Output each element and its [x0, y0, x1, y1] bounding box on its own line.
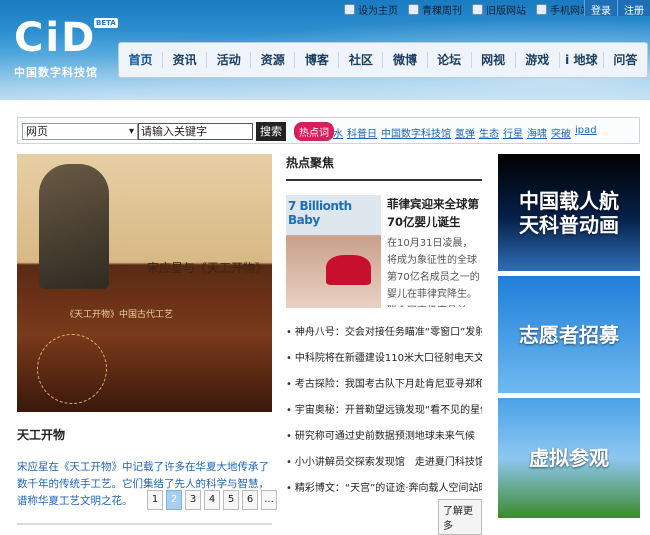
news-item[interactable]: 考古探险：我国考古队下月赴肯尼亚寻郑和船队后裔: [286, 372, 482, 398]
hot-word-link[interactable]: 水: [333, 125, 343, 140]
hot-focus-panel: 热点聚焦 7 Billionth Baby 菲律宾迎来全球第70亿婴儿诞生 在1…: [286, 154, 482, 535]
news-item[interactable]: 中科院将在新疆建设110米大口径射电天文望远镜: [286, 346, 482, 372]
nav-blog[interactable]: 博客: [295, 52, 340, 68]
nav-events[interactable]: 活动: [207, 52, 252, 68]
hot-focus-heading: 热点聚焦: [286, 154, 482, 181]
news-item[interactable]: 小小讲解员交探索发现馆 走进夏门科技馆: [286, 450, 482, 476]
more-button[interactable]: 了解更多: [438, 499, 482, 535]
lead-story-title[interactable]: 菲律宾迎来全球第70亿婴儿诞生: [387, 195, 482, 231]
news-item[interactable]: 宇宙奥秘：开普勒望远镜发现“看不见的星体”: [286, 398, 482, 424]
news-item[interactable]: 研究称可通过史前数据预测地球未来气候: [286, 424, 482, 450]
page-button[interactable]: 1: [147, 490, 163, 510]
nav-community[interactable]: 社区: [339, 52, 384, 68]
nav-home[interactable]: 首页: [119, 52, 164, 68]
divider: [17, 523, 272, 525]
ad-virtual-tour[interactable]: 虚拟参观: [498, 398, 640, 518]
ad-volunteer[interactable]: 志愿者招募: [498, 276, 640, 393]
auth-buttons: 登录 注册: [584, 0, 650, 17]
ad-title: 志愿者招募: [519, 322, 619, 347]
hot-words-label: 热点词: [294, 122, 334, 141]
logo-name: 中国数字科技馆: [14, 66, 98, 79]
header: CiD BETA 中国数字科技馆 设为主页 青稞周刊 旧版网站 手机网站 登录 …: [0, 0, 650, 100]
lead-story-image[interactable]: 7 Billionth Baby: [286, 195, 381, 308]
logo-mark: CiD: [14, 15, 97, 61]
home-icon: [344, 4, 355, 15]
toplink-mobile[interactable]: 手机网站: [536, 2, 590, 17]
search-scope-select[interactable]: 网页: [22, 123, 138, 140]
login-button[interactable]: 登录: [584, 0, 617, 17]
ad-space-animation[interactable]: 中国载人航天科普动画: [498, 154, 640, 271]
ad-title: 中国载人航天科普动画: [519, 188, 619, 237]
nav-video[interactable]: 网视: [472, 52, 516, 68]
hot-word-link[interactable]: 海啸: [527, 125, 547, 140]
hot-word-link[interactable]: ipad: [575, 125, 597, 140]
lead-story: 7 Billionth Baby 菲律宾迎来全球第70亿婴儿诞生 在10月31日…: [286, 195, 482, 308]
page-more-button[interactable]: ...: [261, 490, 277, 510]
feature-panel: 宋应星与《天工开物》 《天工开物》中国古代工艺 天工开物 宋应星在《天工开物》中…: [17, 154, 277, 510]
register-button[interactable]: 注册: [617, 0, 650, 17]
feature-image[interactable]: 宋应星与《天工开物》 《天工开物》中国古代工艺: [17, 154, 272, 412]
book-icon: [408, 4, 419, 15]
page-button[interactable]: 3: [185, 490, 201, 510]
hot-word-link[interactable]: 科普日: [347, 125, 377, 140]
search-bar: 网页 请输入关键字 搜索 热点词 水 科普日 中国数字科技馆 氢弹 生态 行星 …: [17, 117, 640, 144]
main-nav: 首页 资讯 活动 资源 博客 社区 微博 论坛 网视 游戏 i 地球 问答: [118, 42, 648, 78]
page-button[interactable]: 5: [223, 490, 239, 510]
hot-word-link[interactable]: 中国数字科技馆: [381, 125, 451, 140]
toplink-weekly[interactable]: 青稞周刊: [408, 2, 462, 17]
page-button[interactable]: 6: [242, 490, 258, 510]
hot-word-link[interactable]: 生态: [479, 125, 499, 140]
top-links: 设为主页 青稞周刊 旧版网站 手机网站: [344, 2, 590, 17]
search-button[interactable]: 搜索: [256, 122, 286, 141]
nav-news[interactable]: 资讯: [163, 52, 208, 68]
search-input[interactable]: 请输入关键字: [138, 123, 253, 140]
ad-column: 中国载人航天科普动画 志愿者招募 虚拟参观: [498, 154, 640, 523]
hot-word-link[interactable]: 氢弹: [455, 125, 475, 140]
lead-story-summary: 在10月31日凌晨，将成为象征性的全球第70亿名成员之一的婴儿在菲律宾降生。联合…: [387, 238, 480, 307]
phone-icon: [536, 4, 547, 15]
news-item[interactable]: 神舟八号：交会对接任务瞄准“零窗口”发射: [286, 320, 482, 346]
nav-forum[interactable]: 论坛: [428, 52, 472, 68]
lead-image-caption: 7 Billionth Baby: [288, 199, 352, 227]
hot-word-link[interactable]: 突破: [551, 125, 571, 140]
feature-title[interactable]: 天工开物: [17, 426, 272, 443]
nav-iearth[interactable]: i 地球: [560, 52, 604, 68]
nav-games[interactable]: 游戏: [516, 52, 560, 68]
page-icon: [472, 4, 483, 15]
feature-image-subtitle: 《天工开物》中国古代工艺: [65, 310, 174, 320]
page-button-active[interactable]: 2: [166, 490, 182, 510]
toplink-set-homepage[interactable]: 设为主页: [344, 2, 398, 17]
nav-qa[interactable]: 问答: [604, 52, 647, 68]
hot-word-link[interactable]: 行星: [503, 125, 523, 140]
toplink-old-site[interactable]: 旧版网站: [472, 2, 526, 17]
news-list: 神舟八号：交会对接任务瞄准“零窗口”发射 中科院将在新疆建设110米大口径射电天…: [286, 320, 482, 502]
baby-graphic: [326, 255, 371, 285]
statue-graphic: [39, 164, 109, 289]
nav-resources[interactable]: 资源: [251, 52, 296, 68]
page-button[interactable]: 4: [204, 490, 220, 510]
armillary-graphic: [37, 334, 107, 404]
feature-image-title: 宋应星与《天工开物》: [147, 261, 268, 275]
beta-badge: BETA: [94, 18, 118, 28]
hot-words: 水 科普日 中国数字科技馆 氢弹 生态 行星 海啸 突破 ipad: [333, 125, 597, 140]
nav-weibo[interactable]: 微博: [383, 52, 428, 68]
ad-title: 虚拟参观: [529, 446, 609, 470]
feature-pager: 1 2 3 4 5 6 ...: [147, 490, 277, 510]
site-logo[interactable]: CiD BETA 中国数字科技馆: [14, 14, 118, 86]
